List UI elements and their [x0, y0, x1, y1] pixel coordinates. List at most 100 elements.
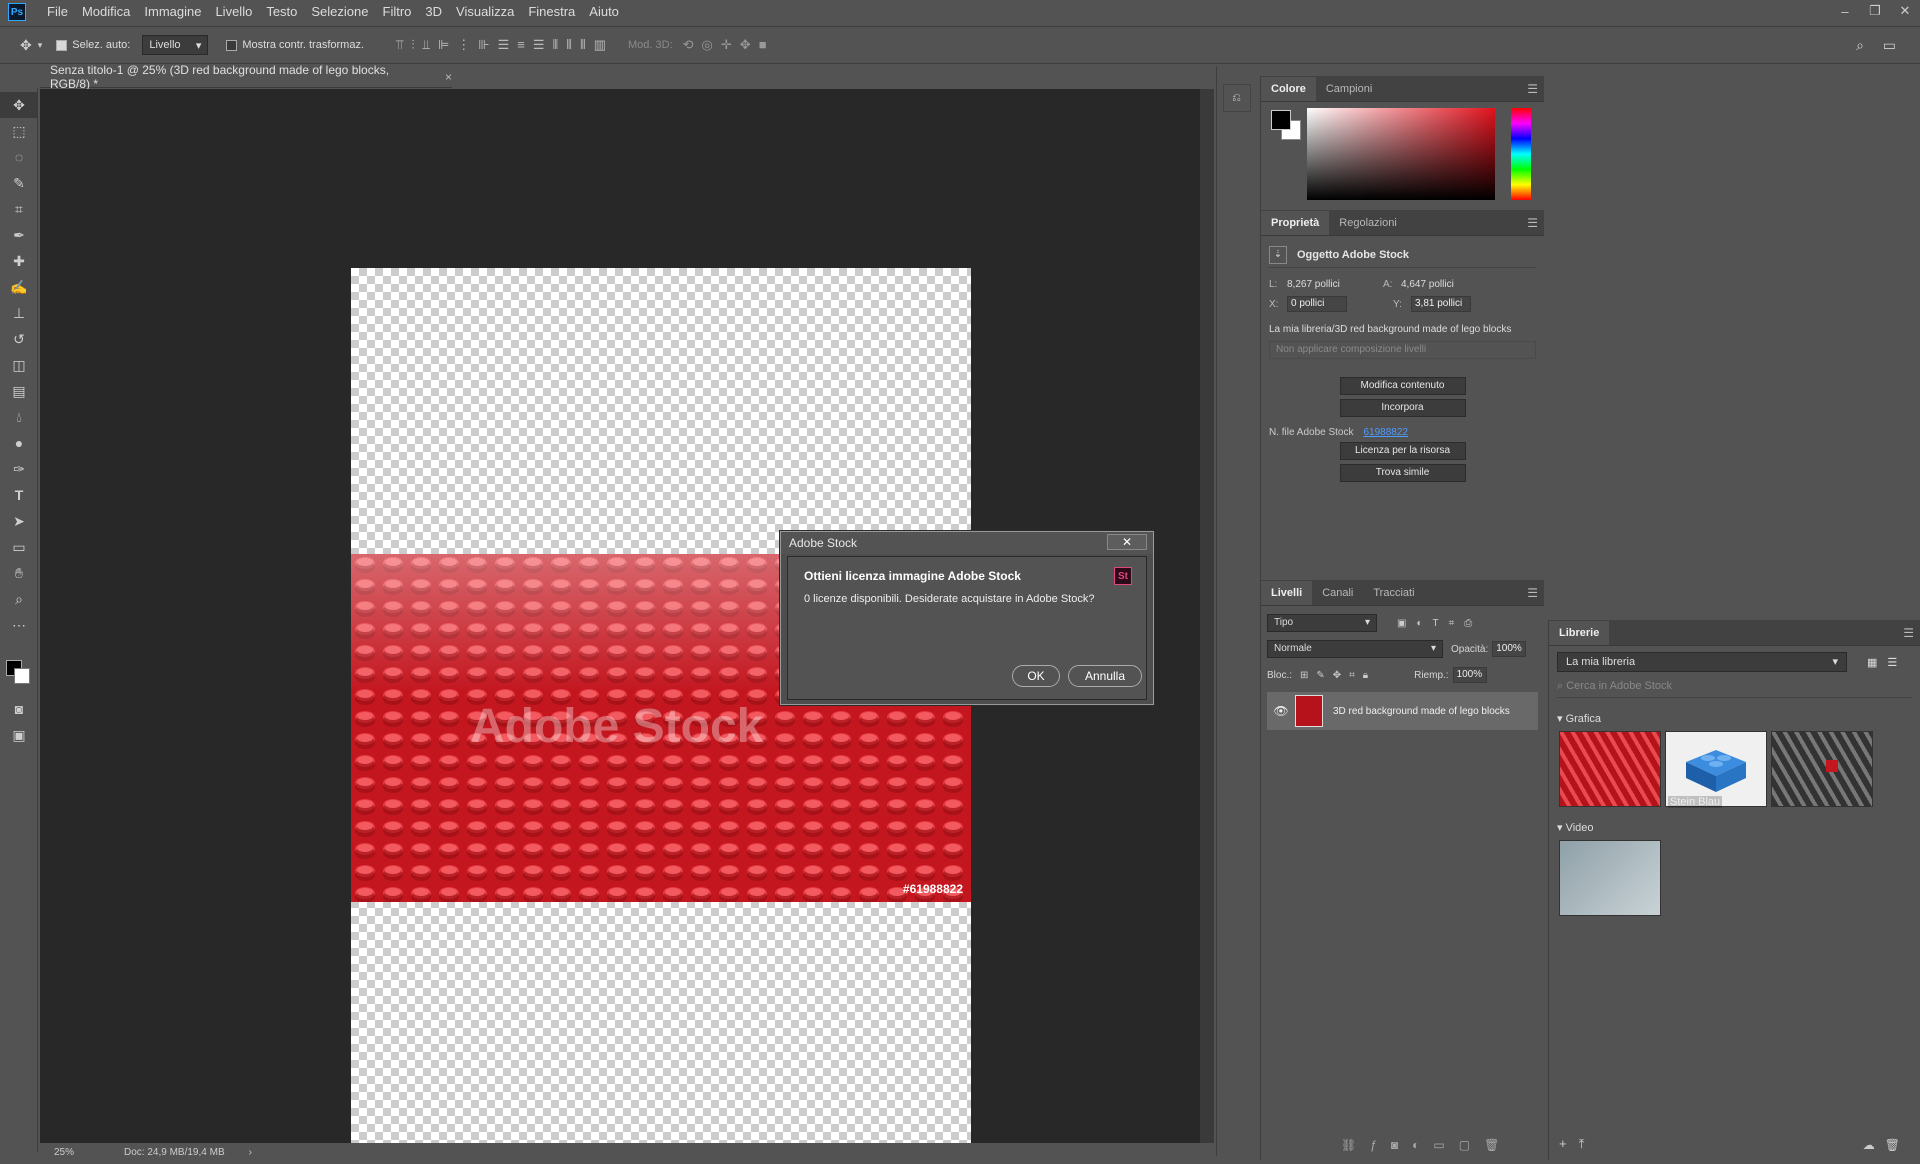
library-add-icons[interactable]: +⤒ — [1559, 1136, 1596, 1152]
canvas-scrollbar[interactable] — [1200, 89, 1214, 1143]
menu-aiuto[interactable]: Aiuto — [582, 0, 626, 24]
library-tile-blue-brick[interactable]: Stein Blau — [1665, 731, 1767, 808]
dialog-close-button[interactable]: ✕ — [1107, 534, 1147, 550]
align-bottom-icon[interactable]: ⫫ — [423, 37, 430, 53]
menu-filtro[interactable]: Filtro — [376, 0, 419, 24]
opacity-field[interactable]: 100% — [1492, 641, 1527, 657]
distribute-right-icon[interactable]: ⦀ — [580, 37, 586, 53]
find-similar-button[interactable]: Trova simile — [1339, 464, 1466, 482]
lock-icons[interactable]: ⊞✎✥⌗🔒︎ — [1300, 670, 1376, 681]
distribute-left-icon[interactable]: ⦀ — [553, 37, 559, 53]
library-sync-icons[interactable]: ☁🗑︎ — [1863, 1138, 1910, 1152]
stock-search-input[interactable]: ⌕ Cerca in Adobe Stock — [1557, 680, 1912, 698]
menu-livello[interactable]: Livello — [208, 0, 259, 24]
transform-controls-checkbox[interactable] — [226, 39, 238, 51]
color-field[interactable] — [1307, 108, 1495, 200]
tab-campioni[interactable]: Campioni — [1316, 77, 1382, 101]
chevron-down-icon[interactable]: ▾ — [38, 40, 43, 51]
minimize-button[interactable]: – — [1830, 0, 1860, 22]
x-field[interactable]: 0 pollici — [1287, 296, 1347, 312]
distribute-hcenter-icon[interactable]: ⦀ — [566, 37, 572, 53]
embed-button[interactable]: Incorpora — [1339, 399, 1466, 417]
auto-select-dropdown[interactable]: Livello ▾ — [142, 35, 209, 55]
shape-tool-icon[interactable]: ▭ — [0, 534, 38, 560]
layers-footer-icons[interactable]: ⛓ƒ◙◐▭▢🗑︎ — [1341, 1138, 1513, 1152]
workspace-icon[interactable]: ▭ — [1883, 37, 1896, 54]
eyedropper-tool-icon[interactable]: ✒ — [0, 222, 38, 248]
library-dropdown[interactable]: La mia libreria ▾ — [1557, 652, 1847, 672]
section-video[interactable]: ▾ Video — [1557, 821, 1912, 834]
width-value[interactable]: 8,267 pollici — [1287, 279, 1383, 290]
quick-mask-icon[interactable]: ◙ — [0, 696, 38, 722]
panel-menu-icon[interactable]: ☰ — [1527, 216, 1538, 230]
panel-menu-icon[interactable]: ☰ — [1527, 586, 1538, 600]
more-tools-icon[interactable]: ⋯ — [0, 612, 38, 638]
menu-testo[interactable]: Testo — [259, 0, 304, 24]
height-value[interactable]: 4,647 pollici — [1401, 279, 1497, 290]
align-top-icon[interactable]: ⫪ — [396, 37, 403, 53]
menu-3d[interactable]: 3D — [418, 0, 449, 24]
tab-tracciati[interactable]: Tracciati — [1363, 581, 1424, 605]
menu-modifica[interactable]: Modifica — [75, 0, 137, 24]
auto-align-icon[interactable]: ▥ — [594, 37, 606, 53]
distribute-bottom-icon[interactable]: ☰ — [533, 37, 545, 53]
hand-tool-icon[interactable]: ✋︎ — [0, 560, 38, 586]
slide-3d-icon[interactable]: ✥ — [740, 37, 751, 53]
blur-tool-icon[interactable]: 💧︎ — [0, 404, 38, 430]
brush-tool-icon[interactable]: ✍ — [0, 274, 38, 300]
tab-livelli[interactable]: Livelli — [1261, 581, 1313, 605]
panel-menu-icon[interactable]: ☰ — [1903, 626, 1914, 640]
pen-tool-icon[interactable]: ✑ — [0, 456, 38, 482]
section-graphics[interactable]: ▾ Grafica — [1557, 712, 1912, 725]
camera-3d-icon[interactable]: ■ — [759, 37, 767, 53]
lasso-tool-icon[interactable]: ◌ — [0, 144, 38, 170]
list-view-icon[interactable]: ☰ — [1887, 656, 1897, 669]
grid-view-icon[interactable]: ▦ — [1867, 656, 1877, 669]
roll-3d-icon[interactable]: ◎ — [702, 37, 713, 53]
layer-filter-dropdown[interactable]: Tipo ▾ — [1267, 614, 1377, 632]
dodge-tool-icon[interactable]: ● — [0, 430, 38, 456]
foreground-color-swatch[interactable] — [1271, 110, 1291, 130]
move-tool-icon[interactable]: ✥ — [0, 92, 38, 118]
pan-3d-icon[interactable]: ✛ — [721, 37, 732, 53]
close-window-button[interactable]: ✕ — [1890, 0, 1920, 22]
edit-contents-button[interactable]: Modifica contenuto — [1339, 377, 1466, 395]
gradient-tool-icon[interactable]: ▤ — [0, 378, 38, 404]
zoom-level[interactable]: 25% — [54, 1147, 74, 1158]
distribute-top-icon[interactable]: ☰ — [498, 37, 510, 53]
license-asset-button[interactable]: Licenza per la risorsa — [1339, 442, 1466, 460]
tab-colore[interactable]: Colore — [1261, 77, 1316, 101]
align-hcenter-icon[interactable]: ⋮ — [457, 37, 470, 53]
ok-button[interactable]: OK — [1012, 665, 1060, 687]
hue-slider[interactable] — [1511, 108, 1531, 200]
tab-librerie[interactable]: Librerie — [1549, 621, 1610, 645]
menu-file[interactable]: File — [40, 0, 75, 24]
healing-tool-icon[interactable]: ✚ — [0, 248, 38, 274]
crop-tool-icon[interactable]: ⌗ — [0, 196, 38, 222]
history-brush-tool-icon[interactable]: ↺ — [0, 326, 38, 352]
distribute-vcenter-icon[interactable]: ≡ — [517, 37, 525, 53]
type-tool-icon[interactable]: T — [0, 482, 38, 508]
menu-immagine[interactable]: Immagine — [137, 0, 208, 24]
blend-mode-dropdown[interactable]: Normale ▾ — [1267, 640, 1443, 658]
stock-file-link[interactable]: 61988822 — [1364, 427, 1409, 438]
layer-row[interactable]: 👁︎ 3D red background made of lego blocks — [1267, 692, 1538, 730]
orbit-3d-icon[interactable]: ⟲ — [683, 37, 694, 53]
y-field[interactable]: 3,81 pollici — [1411, 296, 1471, 312]
search-icon[interactable]: ⌕ — [1856, 37, 1864, 54]
library-tile-red-lego[interactable] — [1559, 731, 1661, 807]
menu-visualizza[interactable]: Visualizza — [449, 0, 521, 24]
align-left-icon[interactable]: ⊫ — [438, 37, 449, 53]
auto-select-checkbox[interactable] — [56, 39, 68, 51]
close-icon[interactable]: × — [445, 70, 452, 84]
library-tile-video[interactable] — [1559, 840, 1661, 916]
eraser-tool-icon[interactable]: ◫ — [0, 352, 38, 378]
tab-regolazioni[interactable]: Regolazioni — [1329, 211, 1406, 235]
align-right-icon[interactable]: ⊪ — [478, 37, 489, 53]
fill-field[interactable]: 100% — [1452, 667, 1487, 683]
path-select-tool-icon[interactable]: ➤ — [0, 508, 38, 534]
cancel-button[interactable]: Annulla — [1068, 665, 1142, 687]
zoom-tool-icon[interactable]: ⌕ — [0, 586, 38, 612]
tab-canali[interactable]: Canali — [1312, 581, 1363, 605]
status-menu-arrow[interactable]: › — [249, 1147, 252, 1158]
